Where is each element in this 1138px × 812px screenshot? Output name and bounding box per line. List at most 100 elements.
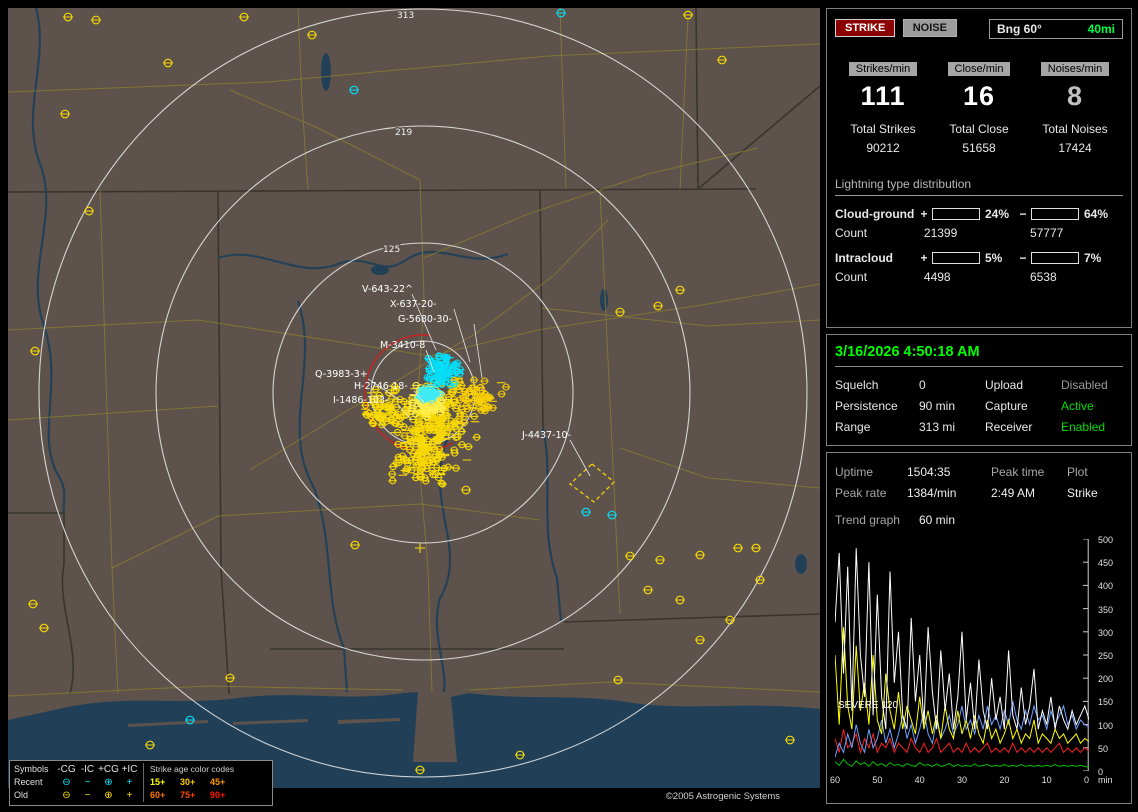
receiver-label: Receiver [985,420,1061,434]
age-code-value: 15+ [150,776,180,789]
y-tick-label: 300 [1098,628,1113,638]
symbol-legend: Symbols -CG -IC +CG +IC Strike age color… [9,760,273,806]
strike-indicator[interactable]: STRIKE [835,19,895,37]
ic-negative-bar [1031,252,1079,264]
storm-cell-label: G-5680-30- [398,314,452,325]
cloud-ground-label: Cloud-ground [835,207,919,221]
plus-sign: + [919,207,929,221]
lightning-map[interactable]: V-643-22^ X-637-20- G-5680-30- M-3410-8 Q-39… [8,8,820,788]
x-tick-label: 40 [915,775,925,785]
status-panel: 3/16/2026 4:50:18 AM Squelch 0 Upload Di… [826,334,1132,446]
legend-symbol-icon: + [119,789,140,802]
total-close-label: Total Close [931,122,1027,136]
y-tick-label: 100 [1098,721,1113,731]
x-tick-label: 50 [872,775,882,785]
intracloud-count-row: Count 4498 6538 [835,270,1123,284]
y-tick-label: 150 [1098,697,1113,707]
legend-age-codes: 60+75+90+ [143,789,268,802]
status-row-persistence: Persistence 90 min Capture Active [835,395,1123,416]
legend-row-old: Old⊖−⊕+60+75+90+ [14,789,268,802]
bearing-label: Bng 60° [997,22,1042,36]
counters-panel: STRIKE NOISE Bng 60° 40mi Strikes/min 11… [826,8,1132,328]
legend-symbol-icon: − [77,789,98,802]
legend-age-codes: 15+30+45+ [143,776,268,789]
legend-ic-neg-header: -IC [77,763,98,776]
storm-cell-label: Q-3983-3+ [315,369,368,380]
legend-age-label: Recent [14,776,56,789]
x-tick-label: 10 [1042,775,1052,785]
status-row-squelch: Squelch 0 Upload Disabled [835,374,1123,395]
strikes-rate-value: 111 [835,81,931,112]
y-tick-label: 450 [1098,558,1113,568]
x-tick-label: 60 [830,775,840,785]
noises-column: Noises/min 8 Total Noises 17424 [1027,61,1123,155]
legend-rows: Recent⊖−⊕+15+30+45+Old⊖−⊕+60+75+90+ [14,776,268,802]
x-tick-label: 0 [1084,775,1089,785]
bearing-box[interactable]: Bng 60° 40mi [989,19,1123,39]
y-tick-label: 500 [1098,535,1113,545]
noises-rate-value: 8 [1027,81,1123,112]
x-tick-label: 20 [999,775,1009,785]
intracloud-row: Intracloud + 5% − 7% [835,251,1123,265]
datetime-display: 3/16/2026 4:50:18 AM [835,343,1123,367]
cg-positive-bar [932,208,980,220]
trend-series-cg-negative [835,627,1089,743]
cg-negative-bar [1031,208,1079,220]
range-ring-label: 313 [397,11,414,21]
range-ring-label: 219 [395,128,412,138]
app-window: V-643-22^ X-637-20- G-5680-30- M-3410-8 Q-39… [0,0,1138,812]
close-rate-value: 16 [931,81,1027,112]
legend-symbol-icon: ⊖ [56,776,77,789]
x-tick-label: 30 [957,775,967,785]
legend-symbol-icon: ⊕ [98,776,119,789]
plot-mode-value: Strike [1067,486,1123,500]
x-axis-unit: min [1098,775,1113,785]
indicator-row: STRIKE NOISE Bng 60° 40mi [835,19,1123,37]
strikes-column: Strikes/min 111 Total Strikes 90212 [835,61,931,155]
legend-symbol-icon: ⊕ [98,789,119,802]
age-code-value: 75+ [180,789,210,802]
severe-annotation: SEVERE 120 [838,700,898,711]
persistence-label: Persistence [835,399,919,413]
storm-cell-label: J-4437-10- [521,430,571,441]
legend-header-row: Symbols -CG -IC +CG +IC Strike age color… [14,763,268,776]
y-tick-label: 50 [1098,744,1108,754]
trend-panel: Uptime 1504:35 Peak time Plot Peak rate … [826,452,1132,804]
trend-chart: SEVERE 120 50045040035030025020015010050… [835,539,1123,771]
count-label: Count [835,270,911,284]
squelch-value: 0 [919,378,985,392]
cg-negative-count: 57777 [1017,226,1123,240]
total-noises-value: 17424 [1027,141,1123,155]
uptime-value: 1504:35 [907,465,991,479]
peak-time-value: 2:49 AM [991,486,1067,500]
trend-window-value[interactable]: 60 min [919,513,955,527]
map-canvas[interactable]: V-643-22^ X-637-20- G-5680-30- M-3410-8 Q-39… [8,8,820,788]
count-label: Count [835,226,911,240]
storm-cell-label: V-643-22^ [362,284,413,295]
range-value: 313 mi [919,420,985,434]
minus-sign: − [1018,251,1028,265]
total-close-value: 51658 [931,141,1027,155]
storm-cell-label: X-637-20- [390,299,437,310]
ic-positive-count: 4498 [911,270,1017,284]
legend-symbol-icon: ⊖ [56,789,77,802]
squelch-label: Squelch [835,378,919,392]
bearing-range: 40mi [1088,22,1115,36]
cg-positive-pct: 24% [983,207,1018,221]
age-code-value: 30+ [180,776,210,789]
peak-rate-label: Peak rate [835,486,907,500]
legend-symbol-icon: − [77,776,98,789]
perf-row-2: Peak rate 1384/min 2:49 AM Strike [835,482,1123,503]
legend-ic-pos-header: +IC [119,763,140,776]
y-tick-label: 250 [1098,651,1113,661]
peak-time-label: Peak time [991,465,1067,479]
plus-sign: + [919,251,929,265]
y-tick-label: 200 [1098,674,1113,684]
close-column: Close/min 16 Total Close 51658 [931,61,1027,155]
noise-indicator[interactable]: NOISE [903,19,957,37]
receiver-status: Enabled [1061,420,1123,434]
storm-cell-label: M-3410-8 [380,340,425,351]
capture-label: Capture [985,399,1061,413]
peak-rate-value: 1384/min [907,486,991,500]
legend-cg-pos-header: +CG [98,763,119,776]
